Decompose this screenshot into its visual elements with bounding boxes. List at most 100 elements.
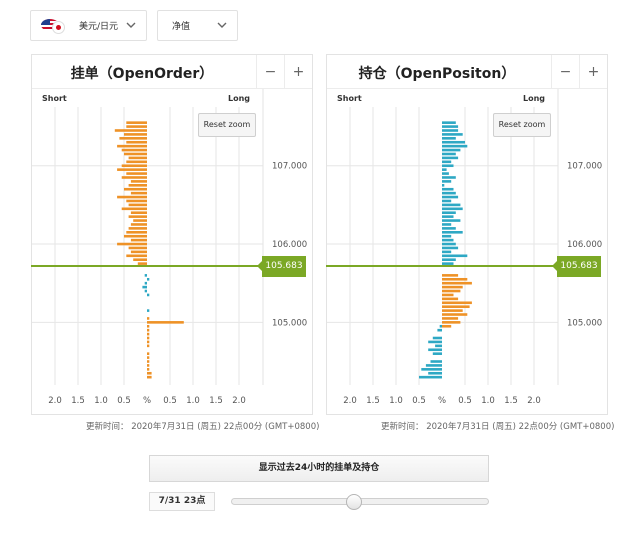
chart-bar [133,219,147,222]
time-slider-thumb[interactable] [346,494,362,510]
chart-bar [442,133,463,136]
chart-bar [442,277,468,281]
chart-bar [442,207,463,211]
chart-bar [124,187,147,191]
chart-bar [442,234,452,238]
x-tick-label: 2.0 [527,396,541,406]
chart-bar [124,133,147,136]
value-mode-label: 净值 [172,22,191,32]
chart-bar [128,215,147,218]
chart-bar [121,176,147,179]
chart-bar [117,168,147,171]
x-tick-label: 1.0 [94,396,108,406]
chart-bar [442,223,452,226]
chart-bar [442,184,445,187]
x-tick-label: 1.0 [481,396,495,406]
chart-bar [147,368,150,371]
x-tick-label: 1.0 [389,396,403,406]
y-tick-label: 105.000 [567,318,602,328]
chart-bar [126,121,147,124]
chart-bar [147,360,150,363]
chart-bar [147,309,150,312]
chart-bar [147,340,150,344]
zoom-in-button[interactable]: + [579,55,607,89]
chart-bar [126,125,147,128]
currency-pair-label: 美元/日元 [79,22,119,32]
chart-bar [147,324,150,328]
chart-bar [128,227,147,230]
chart-bar [442,148,461,152]
chart-bar [130,191,147,195]
chart-bar [128,156,147,160]
slider-time-label: 7/31 23点 [149,492,215,511]
chart-bar [442,164,454,168]
value-mode-select[interactable]: 净值 [157,10,238,41]
chart-bar [128,246,147,250]
chart-bar [114,129,147,132]
chart-bar [147,344,150,348]
show-24h-button[interactable]: 显示过去24小时的挂单及持仓 [149,455,489,482]
y-tick-label: 107.000 [567,162,602,172]
open-order-panel: 挂单（OpenOrder） − + Short Long 107.000 106.00… [31,54,313,415]
x-tick-label: 2.0 [48,396,62,406]
chart-bar [130,250,147,254]
x-tick-label: 0.5 [163,396,177,406]
chart-bar [147,332,150,336]
open-position-panel: 持仓（OpenPositon） − + Short Long 107.000 106.… [326,54,608,415]
chart-bar [442,238,454,242]
chart-bar [425,364,442,367]
chart-bar [126,172,147,175]
currency-pair-select[interactable]: 美元/日元 [30,10,147,41]
chart-bar [442,187,454,191]
chart-bar [439,324,442,328]
chart-bar [147,317,150,320]
chart-bar [147,293,150,297]
x-tick-label: % [143,396,151,406]
position-update-time: 更新时间： 2020年7月31日 (周五) 22点00分 (GMT+0800) [381,422,615,432]
chart-bar [442,258,456,262]
x-tick-label: 1.5 [504,396,518,406]
zoom-out-button[interactable]: − [551,55,579,89]
chart-bar [442,321,461,324]
y-tick-label: 105.000 [272,318,307,328]
open-position-chart[interactable]: Short Long 107.000 106.000 105.000 2.0 1.5 1.0 0… [327,89,607,415]
chart-bar [442,203,461,207]
chart-bar [442,172,449,175]
chart-bar [144,289,147,293]
long-label: Long [523,94,545,103]
zoom-in-button[interactable]: + [284,55,312,89]
x-tick-label: 1.0 [186,396,200,406]
chart-bar [442,246,459,250]
chart-bar [432,352,442,355]
panel-header: 持仓（OpenPositon） − + [327,55,607,89]
chart-bar [130,211,147,215]
chart-bar [442,317,459,320]
panel-title: 挂单（OpenOrder） [70,66,214,82]
order-update-time: 更新时间： 2020年7月31日 (周五) 22点00分 (GMT+0800) [86,422,320,432]
panel-header: 挂单（OpenOrder） − + [32,55,312,89]
chart-bar [121,164,147,168]
short-label: Short [337,94,362,103]
chart-bar [126,254,147,258]
open-order-chart[interactable]: Short Long 107.000 106.000 105.000 2.0 1.5 1.0 0… [32,89,312,415]
chart-bar [442,274,459,277]
chart-bar [130,180,147,183]
chart-bar [147,375,152,379]
chart-bar [432,336,442,340]
chart-bar [442,301,472,305]
zoom-out-button[interactable]: − [256,55,284,89]
y-tick-label: 106.000 [272,240,307,250]
chart-bar [419,375,442,379]
reset-zoom-button[interactable]: Reset zoom [198,113,256,137]
x-tick-label: 2.0 [232,396,246,406]
chart-bar [124,234,147,238]
chart-bar [121,148,147,152]
chart-bar [442,309,463,312]
chart-bar [428,348,442,352]
chart-bar [442,254,468,258]
chart-bar [147,356,150,359]
chart-bar [126,160,147,164]
chart-bar [117,195,147,199]
chevron-down-icon [217,22,227,28]
reset-zoom-button[interactable]: Reset zoom [493,113,551,137]
